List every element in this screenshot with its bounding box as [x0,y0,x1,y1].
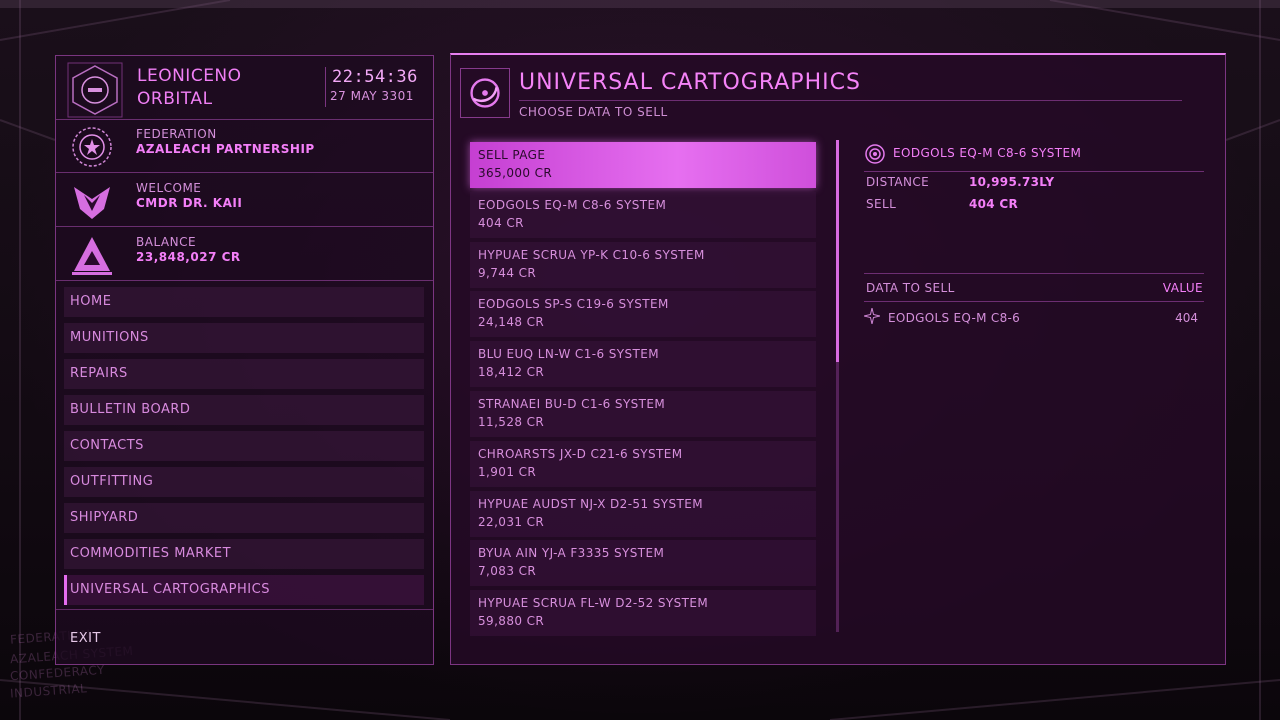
list-item-value: 1,901 CR [478,464,537,479]
sell-label: SELL [866,197,897,211]
list-item-name: HYPUAE SCRUA FL-W D2-52 SYSTEM [478,596,709,611]
balance-label: BALANCE [136,235,197,249]
station-name: LEONICENO ORBITAL [137,65,307,111]
menu-item-shipyard[interactable]: SHIPYARD [64,503,424,533]
list-item[interactable]: EODGOLS EQ-M C8-6 SYSTEM 404 CR [470,191,816,238]
balance-value: 23,848,027 CR [136,250,241,264]
menu-item-universal-cartographics[interactable]: UNIVERSAL CARTOGRAPHICS [64,575,424,605]
list-item-name: EODGOLS EQ-M C8-6 SYSTEM [478,197,667,212]
list-item-value: 11,528 CR [478,414,545,429]
commander-name: CMDR DR. KAII [136,196,243,210]
station-header: LEONICENO ORBITAL 22:54:36 27 MAY 3301 [56,56,433,120]
distance-value: 10,995.73LY [969,175,1055,189]
list-item[interactable]: EODGOLS SP-S C19-6 SYSTEM 24,148 CR [470,291,816,338]
station-services-panel: LEONICENO ORBITAL 22:54:36 27 MAY 3301 F… [55,55,434,665]
list-item-value: 365,000 CR [478,166,553,180]
list-item-value: 9,744 CR [478,265,537,280]
value-header: VALUE [1162,281,1203,295]
list-item-value: 59,880 CR [478,614,545,629]
list-item[interactable]: BYUA AIN YJ-A F3335 SYSTEM 7,083 CR [470,540,816,587]
distance-label: DISTANCE [866,175,930,189]
target-system-icon [865,144,885,164]
divider [864,301,1204,302]
rank-insignia-icon [74,187,110,219]
page-subtitle: CHOOSE DATA TO SELL [519,105,668,119]
list-scrollbar-thumb[interactable] [836,140,839,362]
menu-item-outfitting[interactable]: OUTFITTING [64,467,424,497]
list-item-name: STRANAEI BU-D C1-6 SYSTEM [478,396,666,411]
title-underline [519,100,1182,101]
universal-cartographics-panel: UNIVERSAL CARTOGRAPHICS CHOOSE DATA TO S… [450,53,1226,665]
list-item-name: BYUA AIN YJ-A F3335 SYSTEM [478,546,665,561]
exit-button[interactable]: EXIT [70,631,101,646]
sell-value: 404 CR [969,197,1019,211]
list-item[interactable]: HYPUAE SCRUA YP-K C10-6 SYSTEM 9,744 CR [470,241,816,288]
faction-row: FEDERATION AZALEACH PARTNERSHIP [56,119,433,173]
data-to-sell-header: DATA TO SELL [866,281,955,295]
station-services-menu: HOME MUNITIONS REPAIRS BULLETIN BOARD CO… [64,287,424,611]
list-item[interactable]: CHROARSTS JX-D C21-6 SYSTEM 1,901 CR [470,440,816,487]
list-item-value: 7,083 CR [478,564,537,579]
list-item-name: HYPUAE AUDST NJ-X D2-51 SYSTEM [478,496,703,511]
system-data-list: SELL PAGE 365,000 CR EODGOLS EQ-M C8-6 S… [470,142,816,640]
detail-header: EODGOLS EQ-M C8-6 SYSTEM [864,142,1204,168]
list-item-name: CHROARSTS JX-D C21-6 SYSTEM [478,446,683,461]
list-item[interactable]: STRANAEI BU-D C1-6 SYSTEM 11,528 CR [470,390,816,437]
list-item-value: 22,031 CR [478,514,545,529]
list-item-name: SELL PAGE [478,148,546,162]
data-row-value: 404 [1175,311,1198,325]
balance-row: BALANCE 23,848,027 CR [56,227,433,281]
list-item[interactable]: HYPUAE SCRUA FL-W D2-52 SYSTEM 59,880 CR [470,590,816,637]
station-emblem-icon [67,62,123,118]
faction-value: AZALEACH PARTNERSHIP [136,142,315,156]
list-item[interactable]: HYPUAE AUDST NJ-X D2-51 SYSTEM 22,031 CR [470,490,816,537]
credits-icon [72,237,112,275]
station-name-line1: LEONICENO [137,66,242,86]
list-item[interactable]: BLU EUQ LN-W C1-6 SYSTEM 18,412 CR [470,341,816,388]
list-item-name: BLU EUQ LN-W C1-6 SYSTEM [478,347,659,362]
clock-time: 22:54:36 [332,67,418,87]
welcome-row: WELCOME CMDR DR. KAII [56,173,433,227]
page-title: UNIVERSAL CARTOGRAPHICS [519,70,861,95]
data-row-name: EODGOLS EQ-M C8-6 [888,311,1021,325]
list-item-value: 404 CR [478,215,524,230]
menu-item-contacts[interactable]: CONTACTS [64,431,424,461]
menu-item-home[interactable]: HOME [64,287,424,317]
faction-label: FEDERATION [136,127,217,141]
clock: 22:54:36 27 MAY 3301 [325,67,424,107]
list-item-name: EODGOLS SP-S C19-6 SYSTEM [478,297,669,312]
divider [864,171,1204,172]
menu-item-commodities-market[interactable]: COMMODITIES MARKET [64,539,424,569]
list-item-value: 18,412 CR [478,365,545,380]
menu-item-repairs[interactable]: REPAIRS [64,359,424,389]
list-item-value: 24,148 CR [478,315,545,330]
menu-item-munitions[interactable]: MUNITIONS [64,323,424,353]
station-name-line2: ORBITAL [137,89,213,109]
menu-item-bulletin-board[interactable]: BULLETIN BOARD [64,395,424,425]
welcome-label: WELCOME [136,181,202,195]
divider [864,273,1204,274]
cartographics-icon [460,68,510,118]
federation-emblem-icon [72,127,112,167]
list-item-name: HYPUAE SCRUA YP-K C10-6 SYSTEM [478,247,705,262]
clock-date: 27 MAY 3301 [330,89,414,103]
star-system-icon [864,308,880,324]
detail-system-name: EODGOLS EQ-M C8-6 SYSTEM [893,146,1082,160]
divider [56,609,433,610]
list-item-sell-page[interactable]: SELL PAGE 365,000 CR [470,142,816,188]
